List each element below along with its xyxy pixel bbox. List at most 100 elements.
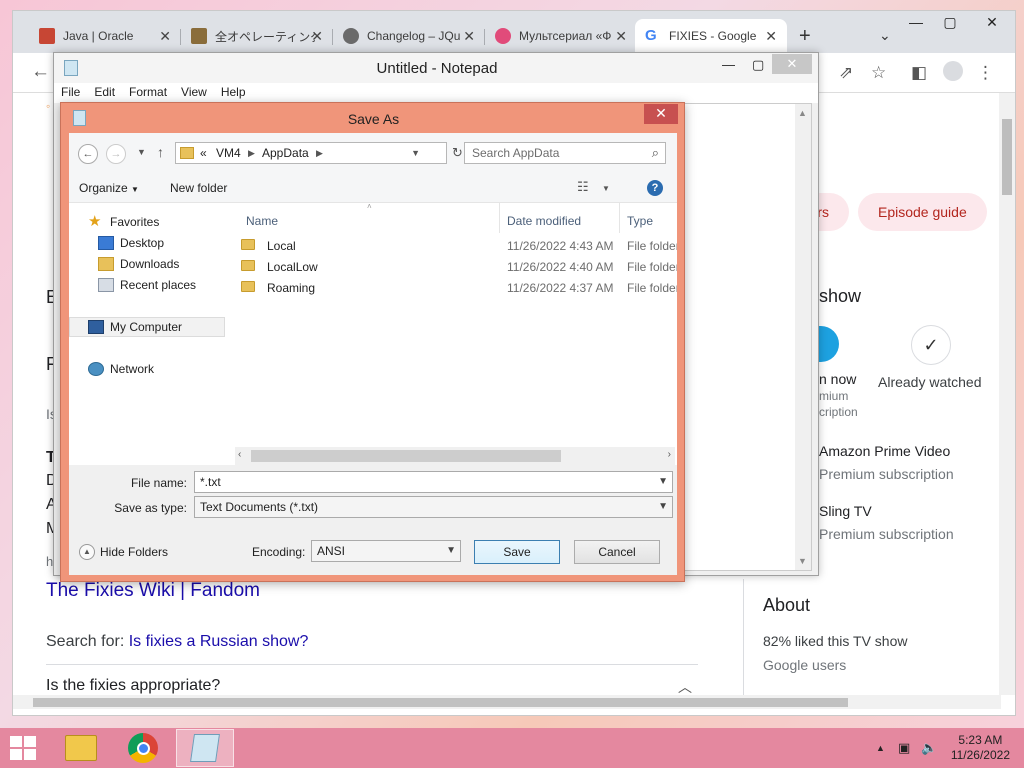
- file-name-input[interactable]: *.txt ▼: [194, 471, 673, 493]
- save-button[interactable]: Save: [474, 540, 560, 564]
- system-clock[interactable]: 5:23 AM 11/26/2022: [951, 733, 1010, 763]
- tab-search-chevron-icon[interactable]: ⌄: [879, 27, 891, 44]
- taskbar-chrome[interactable]: [114, 729, 172, 767]
- tree-favorites[interactable]: ★ Favorites: [88, 214, 159, 229]
- chevron-down-icon[interactable]: ▼: [658, 472, 668, 492]
- file-list-horizontal-scrollbar[interactable]: ‹ ›: [235, 447, 675, 465]
- dialog-close-button[interactable]: ✕: [644, 104, 678, 124]
- column-separator[interactable]: [619, 203, 620, 233]
- side-panel-icon[interactable]: ◧: [911, 63, 927, 83]
- show-hidden-icons-icon[interactable]: ▲: [876, 743, 885, 753]
- tree-downloads[interactable]: Downloads: [98, 257, 179, 271]
- chevron-down-icon[interactable]: ▼: [658, 497, 668, 517]
- tree-my-computer[interactable]: My Computer: [88, 320, 182, 334]
- column-header-type[interactable]: Type: [627, 214, 653, 228]
- scrollbar-thumb[interactable]: [251, 450, 561, 462]
- bookmark-star-icon[interactable]: ☆: [871, 63, 886, 83]
- forward-arrow-icon[interactable]: →: [106, 144, 126, 164]
- provider-name[interactable]: Sling TV: [819, 503, 872, 519]
- tab-multserial[interactable]: Мультсериал «Ф ✕: [485, 19, 637, 53]
- new-tab-button[interactable]: +: [799, 25, 811, 48]
- column-separator[interactable]: [499, 203, 500, 233]
- up-arrow-icon[interactable]: ↑: [157, 144, 164, 160]
- result-link-fandom[interactable]: The Fixies Wiki | Fandom: [46, 580, 260, 602]
- cancel-button[interactable]: Cancel: [574, 540, 660, 564]
- breadcrumb-overflow[interactable]: «: [200, 143, 207, 163]
- tab-close-icon[interactable]: ✕: [159, 28, 171, 45]
- file-row[interactable]: Local 11/26/2022 4:43 AM File folder: [237, 235, 677, 256]
- chip-episode-guide[interactable]: Episode guide: [858, 193, 987, 231]
- share-icon[interactable]: ⇗: [839, 63, 853, 83]
- file-row[interactable]: LocalLow 11/26/2022 4:40 AM File folder: [237, 256, 677, 277]
- menu-file[interactable]: File: [54, 83, 87, 103]
- page-vertical-scrollbar[interactable]: [999, 93, 1015, 695]
- organize-button[interactable]: Organize ▼: [79, 181, 139, 195]
- tree-network[interactable]: Network: [88, 362, 154, 376]
- hide-folders-button[interactable]: ▲ Hide Folders: [79, 544, 168, 560]
- notepad-maximize-button[interactable]: ▢: [752, 57, 764, 73]
- start-windows-icon[interactable]: [10, 736, 38, 760]
- search-icon[interactable]: ⌕: [652, 143, 659, 163]
- chevron-up-icon[interactable]: ︿: [678, 677, 692, 695]
- minimize-button[interactable]: —: [899, 11, 933, 35]
- menu-format[interactable]: Format: [122, 83, 174, 103]
- file-row[interactable]: Roaming 11/26/2022 4:37 AM File folder: [237, 277, 677, 298]
- watch-provider-logo[interactable]: [817, 326, 839, 362]
- notepad-titlebar[interactable]: Untitled - Notepad — ▢ ✕: [54, 53, 818, 83]
- tab-operating[interactable]: 全オペレーティング ✕: [181, 19, 333, 53]
- column-header-date[interactable]: Date modified: [507, 214, 581, 228]
- notepad-vertical-scrollbar[interactable]: ▲ ▼: [795, 104, 811, 570]
- checkmark-icon[interactable]: ✓: [911, 325, 951, 365]
- provider-name[interactable]: Amazon Prime Video: [819, 443, 950, 459]
- scroll-right-icon[interactable]: ›: [668, 449, 671, 460]
- address-dropdown-icon[interactable]: ▼: [411, 143, 420, 163]
- scrollbar-thumb[interactable]: [1002, 119, 1012, 195]
- menu-edit[interactable]: Edit: [87, 83, 122, 103]
- help-icon[interactable]: ?: [647, 180, 663, 196]
- breadcrumb-appdata[interactable]: AppData: [262, 143, 309, 163]
- scroll-down-icon[interactable]: ▼: [798, 556, 807, 566]
- maximize-button[interactable]: ▢: [933, 11, 967, 35]
- already-watched-label[interactable]: Already watched: [878, 374, 982, 390]
- view-chevron-down-icon[interactable]: ▼: [602, 184, 610, 193]
- volume-icon[interactable]: 🔈: [921, 740, 937, 756]
- new-folder-button[interactable]: New folder: [170, 181, 227, 195]
- profile-avatar-icon[interactable]: [943, 61, 963, 81]
- view-options-icon[interactable]: ☷: [577, 179, 589, 195]
- tab-close-icon[interactable]: ✕: [463, 28, 475, 45]
- breadcrumb-separator-icon[interactable]: ▶: [316, 143, 323, 163]
- dialog-titlebar[interactable]: Save As ✕: [61, 103, 684, 133]
- notepad-close-button[interactable]: ✕: [772, 54, 812, 74]
- taskbar-notepad[interactable]: [176, 729, 234, 767]
- back-arrow-icon[interactable]: ←: [78, 144, 98, 164]
- tab-close-icon[interactable]: ✕: [765, 28, 777, 45]
- notepad-minimize-button[interactable]: —: [722, 57, 735, 72]
- address-bar[interactable]: « VM4 ▶ AppData ▶ ▼ ↻: [175, 142, 463, 164]
- menu-view[interactable]: View: [174, 83, 214, 103]
- tree-recent-places[interactable]: Recent places: [98, 278, 196, 292]
- breadcrumb-vm4[interactable]: VM4: [216, 143, 241, 163]
- save-type-select[interactable]: Text Documents (*.txt) ▼: [194, 496, 673, 518]
- menu-kebab-icon[interactable]: ⋮: [977, 63, 994, 83]
- question-item[interactable]: Is the fixies appropriate?: [46, 677, 220, 695]
- page-horizontal-scrollbar[interactable]: [13, 695, 1001, 709]
- chevron-down-icon[interactable]: ▼: [446, 541, 456, 561]
- close-button[interactable]: ✕: [975, 11, 1009, 35]
- taskbar-file-explorer[interactable]: [52, 729, 110, 767]
- search-input[interactable]: Search AppData ⌕: [464, 142, 666, 164]
- scrollbar-thumb[interactable]: [33, 698, 848, 707]
- search-for-link[interactable]: Is fixies a Russian show?: [129, 633, 309, 650]
- tab-changelog[interactable]: Changelog – JQu ✕: [333, 19, 485, 53]
- encoding-select[interactable]: ANSI ▼: [311, 540, 461, 562]
- tab-close-icon[interactable]: ✕: [615, 28, 627, 45]
- column-header-name[interactable]: Name: [246, 214, 278, 228]
- recent-locations-chevron-icon[interactable]: ▼: [137, 147, 146, 157]
- scroll-left-icon[interactable]: ‹: [238, 449, 241, 460]
- back-arrow-icon[interactable]: ←: [31, 61, 50, 83]
- menu-help[interactable]: Help: [214, 83, 253, 103]
- scroll-up-icon[interactable]: ▲: [798, 108, 807, 118]
- breadcrumb-separator-icon[interactable]: ▶: [248, 143, 255, 163]
- tab-java-oracle[interactable]: Java | Oracle ✕: [29, 19, 181, 53]
- tab-close-icon[interactable]: ✕: [311, 28, 323, 45]
- tree-desktop[interactable]: Desktop: [98, 236, 164, 250]
